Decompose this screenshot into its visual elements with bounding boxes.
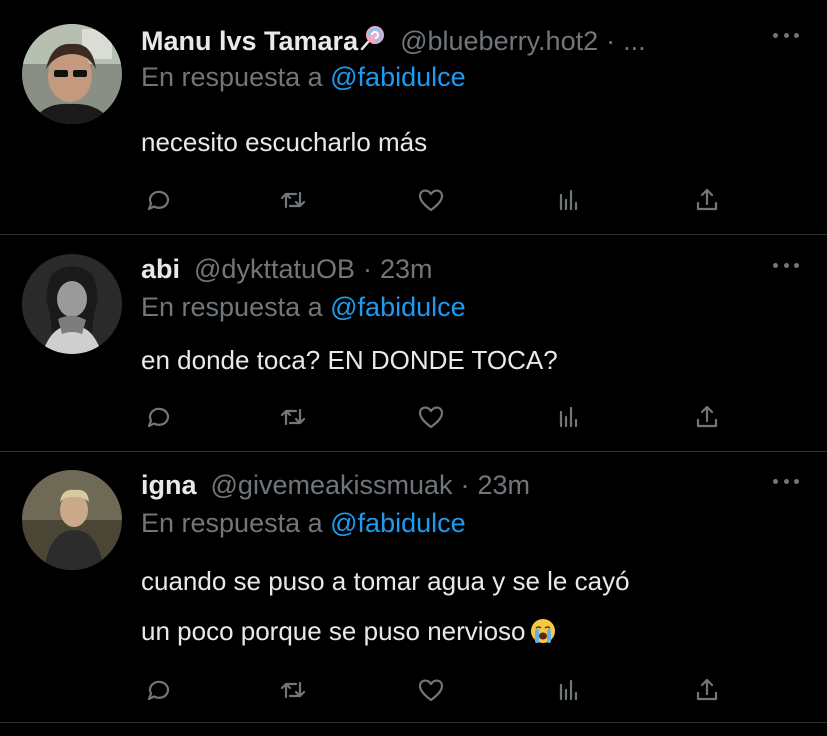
- reply-prefix: En respuesta a: [141, 292, 323, 322]
- tweet-header: Manu lvs Tamara @blueberry.hot2 · ...: [141, 24, 646, 64]
- tweet-text-line: cuando se puso a tomar agua y se le cayó: [141, 566, 630, 596]
- like-icon[interactable]: [413, 399, 449, 435]
- more-icon[interactable]: [773, 474, 799, 488]
- tweet-text: en donde toca? EN DONDE TOCA?: [141, 338, 801, 382]
- avatar[interactable]: [22, 254, 122, 354]
- analytics-icon[interactable]: [551, 672, 587, 708]
- tweet-actions: [141, 672, 741, 712]
- like-icon[interactable]: [413, 182, 449, 218]
- tweet-text-line-with-emoji: un poco porque se puso nervioso: [141, 606, 801, 656]
- avatar-image: [22, 24, 122, 124]
- separator-dot: ·: [460, 470, 470, 500]
- tweet-actions: [141, 182, 741, 222]
- retweet-icon[interactable]: [275, 399, 311, 435]
- display-name[interactable]: Manu lvs Tamara: [141, 26, 358, 57]
- user-handle[interactable]: @blueberry.hot2: [400, 26, 598, 57]
- divider: [0, 451, 827, 452]
- reply-prefix: En respuesta a: [141, 508, 323, 538]
- tweet-header: abi @dykttatuOB · 23m: [141, 254, 433, 294]
- share-icon[interactable]: [689, 399, 725, 435]
- divider: [0, 234, 827, 235]
- tweet[interactable]: igna @givemeakissmuak · 23m En respuesta…: [0, 470, 827, 736]
- comment-icon[interactable]: [141, 399, 177, 435]
- tweet[interactable]: Manu lvs Tamara @blueberry.hot2 · ... En…: [0, 24, 827, 234]
- separator-dot: ·: [606, 26, 616, 56]
- avatar[interactable]: [22, 470, 122, 570]
- timestamp[interactable]: ...: [623, 26, 646, 57]
- loudly-crying-face-emoji-icon: [530, 619, 555, 643]
- tweet-text-line: un poco porque se puso nervioso: [141, 616, 526, 646]
- avatar[interactable]: [22, 24, 122, 124]
- separator-dot: ·: [363, 254, 372, 284]
- analytics-icon[interactable]: [551, 399, 587, 435]
- tweet-header: igna @givemeakissmuak · 23m: [141, 470, 530, 510]
- share-icon[interactable]: [689, 672, 725, 708]
- share-icon[interactable]: [689, 182, 725, 218]
- tweet-text: cuando se puso a tomar agua y se le cayó…: [141, 556, 801, 656]
- tweet-text-line: necesito escucharlo más: [141, 127, 428, 157]
- avatar-image: [22, 470, 122, 570]
- mention-link[interactable]: @fabidulce: [330, 292, 466, 322]
- reply-context: En respuesta a @fabidulce: [141, 292, 466, 323]
- mention-link[interactable]: @fabidulce: [330, 508, 466, 538]
- retweet-icon[interactable]: [275, 672, 311, 708]
- retweet-icon[interactable]: [275, 182, 311, 218]
- user-handle[interactable]: @givemeakissmuak: [211, 470, 453, 501]
- avatar-image: [22, 254, 122, 354]
- lollipop-emoji-icon: [360, 26, 385, 50]
- tweet-text: necesito escucharlo más: [141, 120, 801, 164]
- more-icon[interactable]: [773, 28, 799, 42]
- like-icon[interactable]: [413, 672, 449, 708]
- reply-prefix: En respuesta a: [141, 62, 323, 92]
- timestamp[interactable]: 23m: [380, 254, 433, 285]
- tweet[interactable]: abi @dykttatuOB · 23m En respuesta a @fa…: [0, 254, 827, 450]
- divider: [0, 722, 827, 723]
- comment-icon[interactable]: [141, 182, 177, 218]
- timestamp[interactable]: 23m: [478, 470, 531, 501]
- tweet-actions: [141, 399, 741, 439]
- reply-context: En respuesta a @fabidulce: [141, 508, 466, 539]
- analytics-icon[interactable]: [551, 182, 587, 218]
- mention-link[interactable]: @fabidulce: [330, 62, 466, 92]
- user-handle[interactable]: @dykttatuOB: [194, 254, 355, 285]
- more-icon[interactable]: [773, 258, 799, 272]
- display-name[interactable]: abi: [141, 254, 180, 285]
- display-name[interactable]: igna: [141, 470, 197, 501]
- tweet-text-line: en donde toca? EN DONDE TOCA?: [141, 345, 558, 375]
- comment-icon[interactable]: [141, 672, 177, 708]
- reply-context: En respuesta a @fabidulce: [141, 62, 466, 93]
